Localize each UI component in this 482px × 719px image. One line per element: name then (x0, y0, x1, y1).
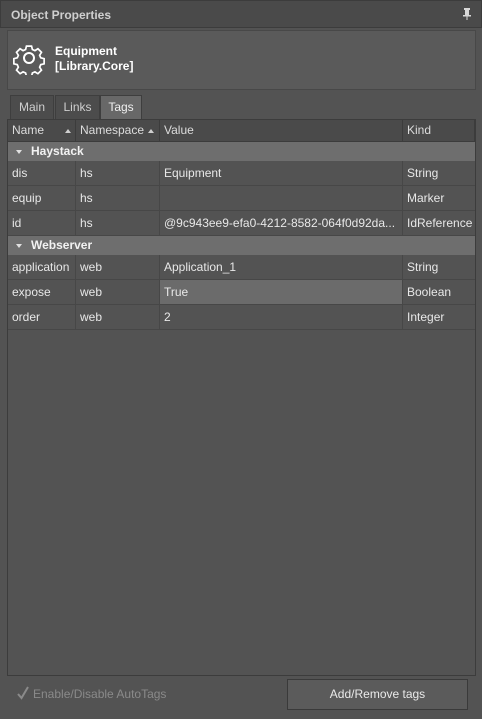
cell-kind: Marker (407, 191, 445, 205)
table-row[interactable]: order web 2 Integer (8, 305, 475, 330)
cell-kind: Integer (407, 310, 445, 324)
group-name: Webserver (31, 238, 93, 252)
cell-name: dis (8, 161, 76, 185)
cell-value[interactable]: Application_1 (160, 255, 403, 279)
object-library: [Library.Core] (55, 59, 134, 73)
cell-namespace: web (76, 255, 160, 279)
cell-kind: String (407, 166, 439, 180)
cell-value[interactable]: True (160, 280, 403, 304)
property-tabs: Main Links Tags (10, 95, 476, 120)
autotags-label: Enable/Disable AutoTags (33, 687, 167, 701)
cell-value[interactable]: @9c943ee9-efa0-4212-8582-064f0d92da... (160, 211, 403, 235)
table-row[interactable]: application web Application_1 String (8, 255, 475, 280)
cell-namespace: hs (76, 161, 160, 185)
cell-name: order (8, 305, 76, 329)
pin-icon[interactable] (462, 8, 472, 20)
table-row[interactable]: id hs @9c943ee9-efa0-4212-8582-064f0d92d… (8, 211, 475, 236)
group-name: Haystack (31, 144, 84, 158)
cell-value[interactable]: 2 (160, 305, 403, 329)
table-row[interactable]: dis hs Equipment String (8, 161, 475, 186)
sort-ascending-icon (65, 129, 71, 133)
cell-namespace: web (76, 280, 160, 304)
group-header-haystack[interactable]: Haystack (8, 142, 475, 161)
table-row[interactable]: expose web True Boolean (8, 280, 475, 305)
tab-tags[interactable]: Tags (100, 95, 142, 120)
cell-namespace: hs (76, 186, 160, 210)
cell-value[interactable]: Equipment (160, 161, 403, 185)
panel-titlebar: Object Properties (0, 0, 482, 28)
group-header-webserver[interactable]: Webserver (8, 236, 475, 255)
checkmark-icon (17, 686, 29, 700)
grid-header: Name Namespace Value Kind (8, 120, 475, 142)
sort-ascending-icon (148, 129, 154, 133)
collapse-caret-icon[interactable] (16, 150, 22, 154)
cell-name: application (8, 255, 76, 279)
gear-icon (13, 45, 45, 75)
cell-namespace: web (76, 305, 160, 329)
cell-kind: String (407, 260, 439, 274)
column-header-name[interactable]: Name (8, 120, 76, 141)
collapse-caret-icon[interactable] (16, 244, 22, 248)
tab-main[interactable]: Main (10, 95, 54, 119)
table-row[interactable]: equip hs Marker (8, 186, 475, 211)
object-name: Equipment (55, 44, 117, 58)
cell-kind: IdReference (407, 216, 473, 230)
column-header-value[interactable]: Value (160, 120, 403, 141)
tags-grid: Name Namespace Value Kind Haystack dis h… (7, 119, 476, 676)
object-header: Equipment [Library.Core] (7, 30, 476, 90)
cell-name: equip (8, 186, 76, 210)
column-header-kind[interactable]: Kind (403, 120, 475, 141)
cell-name: expose (8, 280, 76, 304)
panel-title: Object Properties (11, 8, 112, 22)
cell-namespace: hs (76, 211, 160, 235)
cell-value[interactable] (160, 186, 403, 210)
column-header-namespace-label: Namespace (80, 123, 145, 137)
cell-kind: Boolean (407, 285, 452, 299)
column-header-namespace[interactable]: Namespace (76, 120, 160, 141)
tab-links[interactable]: Links (55, 95, 100, 119)
column-header-name-label: Name (12, 123, 45, 137)
add-remove-tags-button[interactable]: Add/Remove tags (287, 679, 468, 710)
cell-name: id (8, 211, 76, 235)
